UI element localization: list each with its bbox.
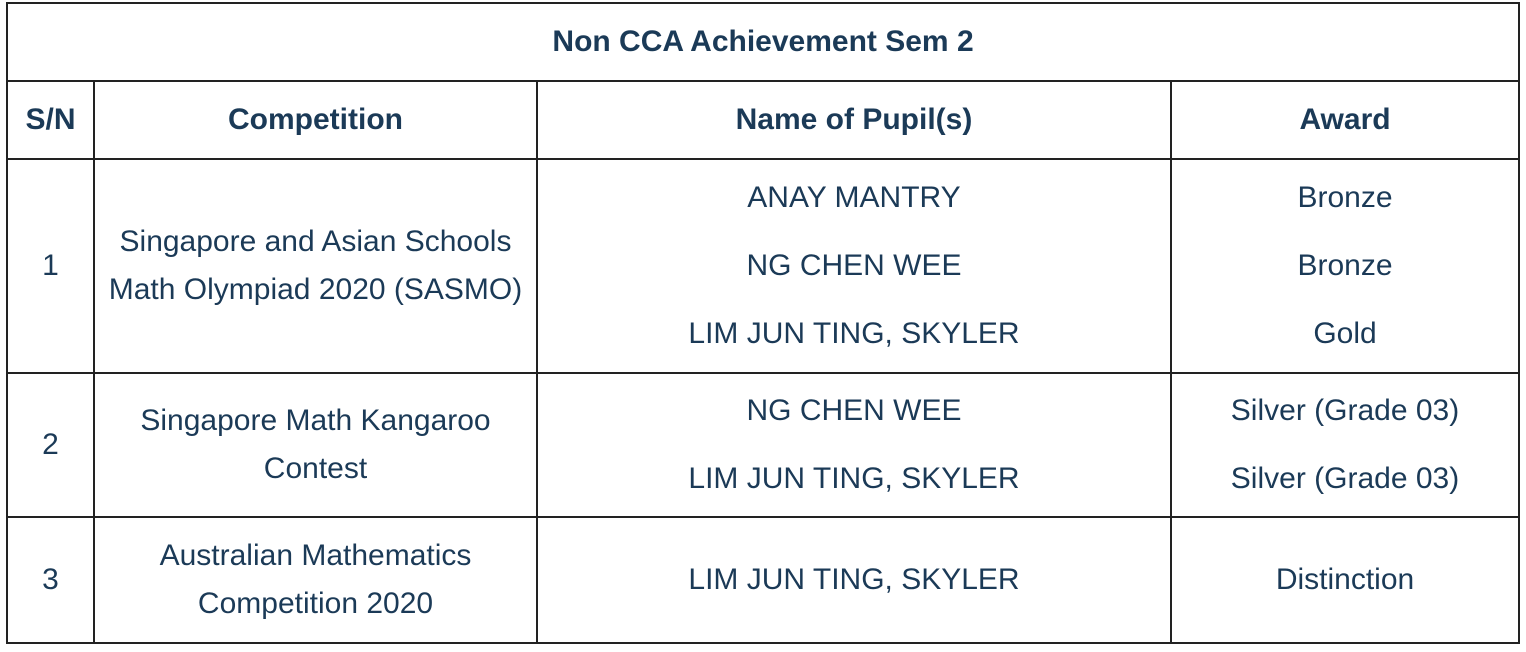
row-pupils: NG CHEN WEE LIM JUN TING, SKYLER [536,372,1172,518]
competition-name: Australian Mathematics Competition 2020 [159,539,472,620]
award-value: Bronze [1297,249,1393,282]
table-title: Non CCA Achievement Sem 2 [5,2,1521,82]
row-sn: 2 [6,372,95,518]
table-row: 1 Singapore and Asian Schools Math Olymp… [6,158,1521,374]
award-value: Bronze [1297,181,1393,214]
award-value: Silver (Grade 03) [1230,394,1460,427]
pupil-name: NG CHEN WEE [746,394,962,427]
table-row: 3 Australian Mathematics Competition 202… [6,516,1521,644]
row-pupils: LIM JUN TING, SKYLER [536,516,1172,644]
award-value: Gold [1313,317,1377,350]
pupil-name: LIM JUN TING, SKYLER [688,462,1020,495]
pupil-name: NG CHEN WEE [746,249,962,282]
pupil-name: LIM JUN TING, SKYLER [688,317,1020,350]
header-sn: S/N [6,80,95,160]
competition-name: Singapore and Asian Schools Math Olympia… [108,225,523,306]
competition-name: Singapore Math Kangaroo Contest [140,404,491,485]
pupil-name: ANAY MANTRY [747,181,961,214]
row-competition: Singapore Math Kangaroo Contest [93,372,538,518]
header-pupils: Name of Pupil(s) [536,80,1172,160]
row-awards: Distinction [1169,516,1521,644]
achievement-table: Non CCA Achievement Sem 2 S/N Competitio… [5,2,1521,644]
row-sn: 1 [6,158,95,374]
header-award: Award [1169,80,1521,160]
row-pupils: ANAY MANTRY NG CHEN WEE LIM JUN TING, SK… [536,158,1172,374]
pupil-name: LIM JUN TING, SKYLER [688,563,1020,596]
table-row: 2 Singapore Math Kangaroo Contest NG CHE… [6,372,1521,518]
award-value: Distinction [1275,563,1415,596]
achievement-table-wrapper: Non CCA Achievement Sem 2 S/N Competitio… [5,2,1521,644]
row-competition: Australian Mathematics Competition 2020 [93,516,538,644]
row-sn: 3 [6,516,95,644]
table-header-row: S/N Competition Name of Pupil(s) Award [6,80,1521,160]
table-title-row: Non CCA Achievement Sem 2 [5,2,1521,82]
award-value: Silver (Grade 03) [1230,462,1460,495]
row-awards: Silver (Grade 03) Silver (Grade 03) [1169,372,1521,518]
row-awards: Bronze Bronze Gold [1169,158,1521,374]
header-competition: Competition [93,80,538,160]
row-competition: Singapore and Asian Schools Math Olympia… [93,158,538,374]
